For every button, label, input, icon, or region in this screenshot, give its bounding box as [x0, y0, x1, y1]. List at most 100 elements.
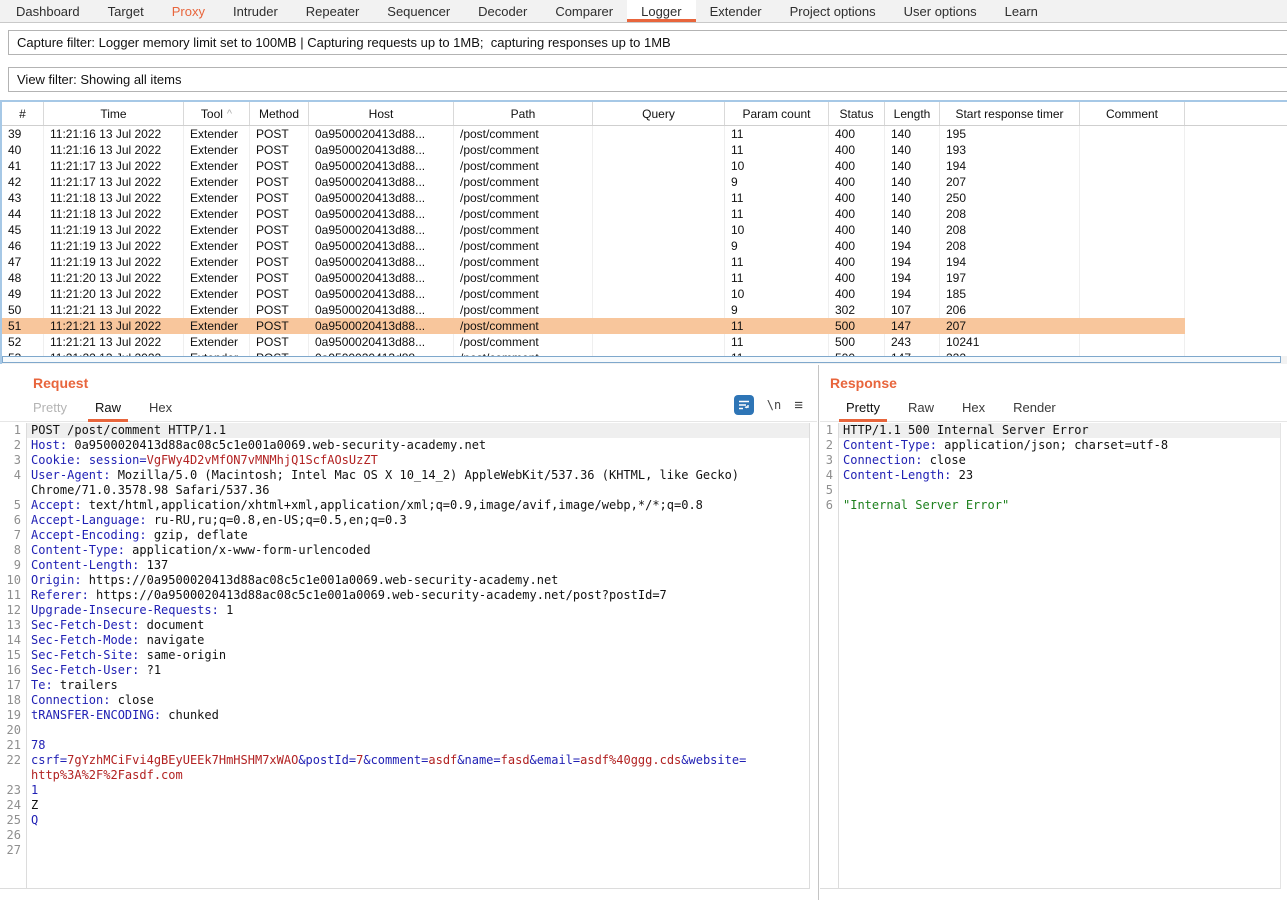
cell-path: /post/comment — [454, 174, 593, 190]
tab-decoder[interactable]: Decoder — [464, 0, 541, 22]
cell-comment — [1080, 142, 1185, 158]
table-row[interactable]: 4311:21:18 13 Jul 2022ExtenderPOST0a9500… — [2, 190, 1287, 206]
cell-query — [593, 302, 725, 318]
cell-start-response-timer: 194 — [940, 254, 1080, 270]
response-editor[interactable]: 1HTTP/1.1 500 Internal Server Error2Cont… — [820, 423, 1281, 889]
cell-start-response-timer: 206 — [940, 302, 1080, 318]
cell-#: 43 — [2, 190, 44, 206]
tab-dashboard[interactable]: Dashboard — [2, 0, 94, 22]
column-header-#[interactable]: # — [2, 102, 44, 125]
tab-proxy[interactable]: Proxy — [158, 0, 219, 22]
cell-status: 400 — [829, 238, 885, 254]
cell-comment — [1080, 174, 1185, 190]
editor-line: 5Accept: text/html,application/xhtml+xml… — [0, 498, 809, 513]
cell-time: 11:21:16 13 Jul 2022 — [44, 126, 184, 142]
tab-logger[interactable]: Logger — [627, 0, 695, 22]
cell-#: 41 — [2, 158, 44, 174]
log-table-header: #TimeTool^MethodHostPathQueryParam count… — [2, 102, 1287, 126]
table-row[interactable]: 5011:21:21 13 Jul 2022ExtenderPOST0a9500… — [2, 302, 1287, 318]
tab-intruder[interactable]: Intruder — [219, 0, 292, 22]
table-row[interactable]: 5211:21:21 13 Jul 2022ExtenderPOST0a9500… — [2, 334, 1287, 350]
cell-length: 140 — [885, 174, 940, 190]
request-tab-pretty[interactable]: Pretty — [26, 400, 74, 421]
column-header-comment[interactable]: Comment — [1080, 102, 1185, 125]
table-row[interactable]: 4211:21:17 13 Jul 2022ExtenderPOST0a9500… — [2, 174, 1287, 190]
wrap-marker-toggle-icon[interactable] — [734, 395, 754, 415]
response-tab-raw[interactable]: Raw — [901, 400, 941, 421]
line-number: 12 — [0, 603, 26, 618]
column-header-start-response-timer[interactable]: Start response timer — [940, 102, 1080, 125]
response-tab-hex[interactable]: Hex — [955, 400, 992, 421]
column-header-method[interactable]: Method — [250, 102, 309, 125]
cell-comment — [1080, 270, 1185, 286]
cell-length: 140 — [885, 142, 940, 158]
cell-start-response-timer: 10241 — [940, 334, 1080, 350]
tab-target[interactable]: Target — [94, 0, 158, 22]
line-text: 78 — [27, 738, 809, 753]
cell-length: 140 — [885, 222, 940, 238]
table-row[interactable]: 4111:21:17 13 Jul 2022ExtenderPOST0a9500… — [2, 158, 1287, 174]
editor-menu-icon[interactable]: ≡ — [794, 395, 803, 415]
editor-line: 6"Internal Server Error" — [820, 498, 1280, 513]
cell-method: POST — [250, 158, 309, 174]
table-row[interactable]: 4711:21:19 13 Jul 2022ExtenderPOST0a9500… — [2, 254, 1287, 270]
line-number: 17 — [0, 678, 26, 693]
cell-path: /post/comment — [454, 334, 593, 350]
table-horizontal-scrollbar[interactable] — [2, 356, 1287, 364]
cell-status: 400 — [829, 222, 885, 238]
cell-#: 48 — [2, 270, 44, 286]
line-number: 26 — [0, 828, 26, 843]
request-tab-raw[interactable]: Raw — [88, 400, 128, 421]
line-number: 7 — [0, 528, 26, 543]
editor-line: 11Referer: https://0a9500020413d88ac08c5… — [0, 588, 809, 603]
column-header-tool[interactable]: Tool^ — [184, 102, 250, 125]
cell-param-count: 11 — [725, 254, 829, 270]
table-row[interactable]: 3911:21:16 13 Jul 2022ExtenderPOST0a9500… — [2, 126, 1287, 142]
table-row[interactable]: 4511:21:19 13 Jul 2022ExtenderPOST0a9500… — [2, 222, 1287, 238]
panel-split-divider[interactable] — [818, 365, 819, 900]
table-row[interactable]: 4611:21:19 13 Jul 2022ExtenderPOST0a9500… — [2, 238, 1287, 254]
cell-tool: Extender — [184, 142, 250, 158]
tab-project-options[interactable]: Project options — [776, 0, 890, 22]
tab-user-options[interactable]: User options — [890, 0, 991, 22]
line-number: 1 — [0, 423, 26, 438]
cell-filler — [1185, 238, 1287, 254]
table-row[interactable]: 4011:21:16 13 Jul 2022ExtenderPOST0a9500… — [2, 142, 1287, 158]
editor-line: 20 — [0, 723, 809, 738]
column-header-param-count[interactable]: Param count — [725, 102, 829, 125]
column-header-query[interactable]: Query — [593, 102, 725, 125]
cell-length: 243 — [885, 334, 940, 350]
tab-repeater[interactable]: Repeater — [292, 0, 373, 22]
cell-time: 11:21:20 13 Jul 2022 — [44, 286, 184, 302]
request-tab-hex[interactable]: Hex — [142, 400, 179, 421]
line-number: 5 — [820, 483, 838, 498]
view-filter-text: View filter: Showing all items — [17, 72, 182, 87]
response-tab-pretty[interactable]: Pretty — [839, 400, 887, 421]
response-tab-render[interactable]: Render — [1006, 400, 1063, 421]
tab-comparer[interactable]: Comparer — [541, 0, 627, 22]
table-row[interactable]: 4911:21:20 13 Jul 2022ExtenderPOST0a9500… — [2, 286, 1287, 302]
response-title: Response — [830, 375, 897, 391]
column-header-time[interactable]: Time — [44, 102, 184, 125]
cell-#: 44 — [2, 206, 44, 222]
tab-extender[interactable]: Extender — [696, 0, 776, 22]
view-filter-bar[interactable]: View filter: Showing all items — [8, 67, 1287, 92]
editor-line: 7Accept-Encoding: gzip, deflate — [0, 528, 809, 543]
capture-filter-bar[interactable]: Capture filter: Logger memory limit set … — [8, 30, 1287, 55]
column-header-length[interactable]: Length — [885, 102, 940, 125]
tab-learn[interactable]: Learn — [991, 0, 1052, 22]
newline-chars-icon[interactable]: \n — [767, 395, 781, 415]
cell-query — [593, 190, 725, 206]
table-row-selected[interactable]: 5111:21:21 13 Jul 2022ExtenderPOST0a9500… — [2, 318, 1287, 334]
scrollbar-thumb[interactable] — [2, 356, 1281, 363]
table-row[interactable]: 4411:21:18 13 Jul 2022ExtenderPOST0a9500… — [2, 206, 1287, 222]
column-header-host[interactable]: Host — [309, 102, 454, 125]
column-header-path[interactable]: Path — [454, 102, 593, 125]
table-row[interactable]: 4811:21:20 13 Jul 2022ExtenderPOST0a9500… — [2, 270, 1287, 286]
column-header-status[interactable]: Status — [829, 102, 885, 125]
tab-sequencer[interactable]: Sequencer — [373, 0, 464, 22]
request-editor[interactable]: 1POST /post/comment HTTP/1.12Host: 0a950… — [0, 423, 810, 889]
line-text: Sec-Fetch-Mode: navigate — [27, 633, 809, 648]
cell-param-count: 11 — [725, 126, 829, 142]
cell-tool: Extender — [184, 126, 250, 142]
